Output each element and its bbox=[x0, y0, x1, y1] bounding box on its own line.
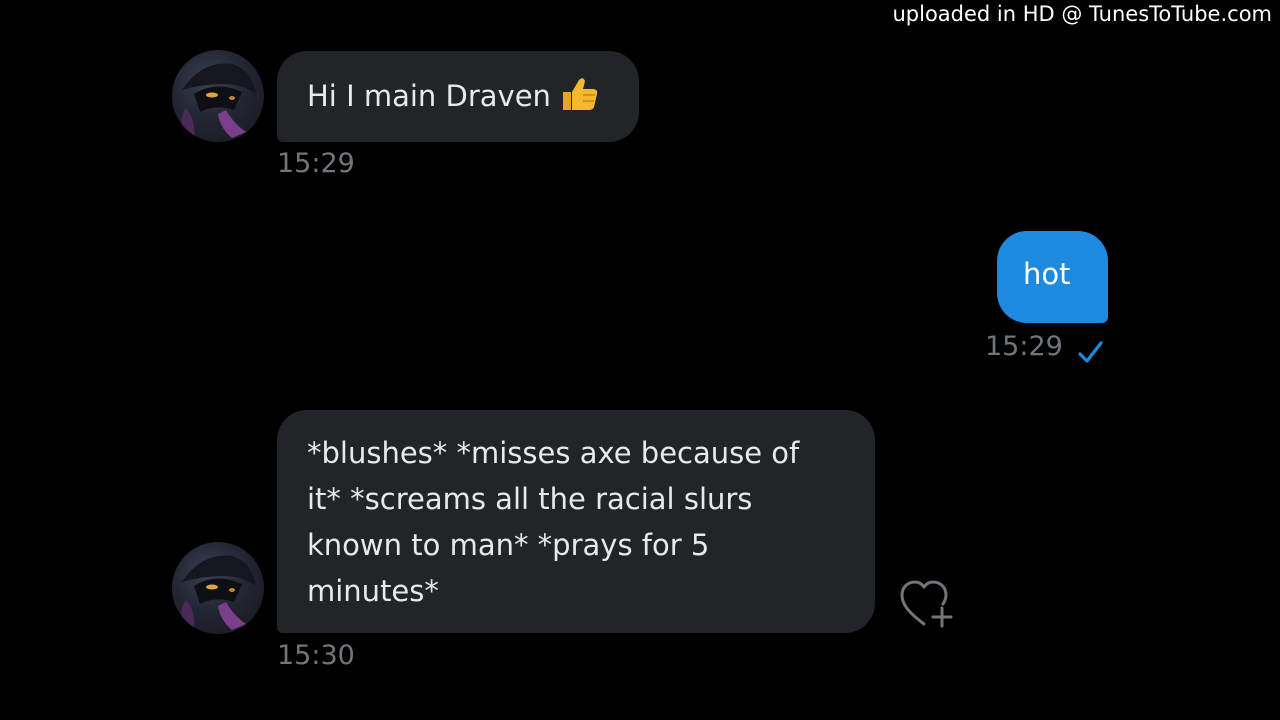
message-line: it* *screams all the racial slurs bbox=[307, 482, 753, 516]
message-text: Hi I main Draven bbox=[307, 79, 551, 113]
message-text: hot bbox=[1023, 257, 1071, 291]
check-icon bbox=[1078, 341, 1103, 363]
avatar[interactable] bbox=[172, 542, 264, 634]
message-line: *blushes* *misses axe because of bbox=[307, 436, 800, 470]
avatar-image bbox=[181, 555, 256, 630]
message-line: known to man* *prays for 5 bbox=[307, 528, 710, 562]
add-reaction-heart-icon[interactable] bbox=[898, 578, 960, 632]
thumbs-up-icon bbox=[559, 76, 599, 125]
avatar[interactable] bbox=[172, 50, 264, 142]
message-line: minutes* bbox=[307, 574, 439, 608]
message-bubble-incoming[interactable]: Hi I main Draven bbox=[277, 51, 639, 142]
message-timestamp: 15:30 bbox=[277, 640, 355, 671]
message-bubble-outgoing[interactable]: hot bbox=[997, 231, 1108, 323]
avatar-image bbox=[181, 63, 256, 138]
message-bubble-incoming[interactable]: *blushes* *misses axe because of it* *sc… bbox=[277, 410, 875, 633]
message-timestamp: 15:29 bbox=[985, 331, 1063, 362]
message-timestamp: 15:29 bbox=[277, 148, 355, 179]
watermark: uploaded in HD @ TunesToTube.com bbox=[892, 2, 1272, 26]
